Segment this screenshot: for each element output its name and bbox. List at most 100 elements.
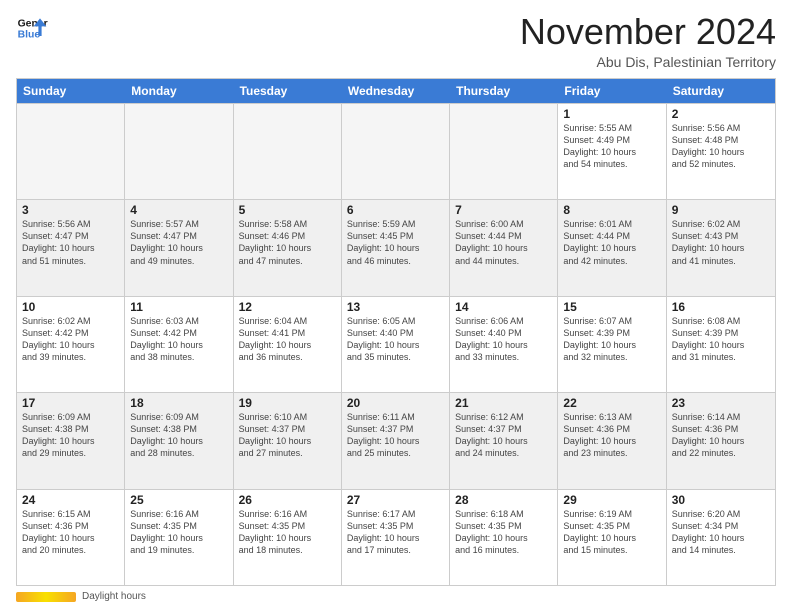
- day-info: Sunrise: 6:20 AM Sunset: 4:34 PM Dayligh…: [672, 508, 770, 557]
- day-number: 4: [130, 203, 227, 217]
- day-cell-22: 22Sunrise: 6:13 AM Sunset: 4:36 PM Dayli…: [558, 393, 666, 488]
- week-row-5: 24Sunrise: 6:15 AM Sunset: 4:36 PM Dayli…: [17, 489, 775, 585]
- day-number: 15: [563, 300, 660, 314]
- day-number: 26: [239, 493, 336, 507]
- day-cell-12: 12Sunrise: 6:04 AM Sunset: 4:41 PM Dayli…: [234, 297, 342, 392]
- day-number: 17: [22, 396, 119, 410]
- day-number: 20: [347, 396, 444, 410]
- month-title: November 2024: [520, 12, 776, 52]
- day-number: 22: [563, 396, 660, 410]
- day-number: 13: [347, 300, 444, 314]
- day-cell-26: 26Sunrise: 6:16 AM Sunset: 4:35 PM Dayli…: [234, 490, 342, 585]
- day-header-friday: Friday: [558, 79, 666, 103]
- day-cell-11: 11Sunrise: 6:03 AM Sunset: 4:42 PM Dayli…: [125, 297, 233, 392]
- day-info: Sunrise: 6:08 AM Sunset: 4:39 PM Dayligh…: [672, 315, 770, 364]
- week-row-3: 10Sunrise: 6:02 AM Sunset: 4:42 PM Dayli…: [17, 296, 775, 392]
- empty-cell: [234, 104, 342, 199]
- day-number: 27: [347, 493, 444, 507]
- day-info: Sunrise: 5:55 AM Sunset: 4:49 PM Dayligh…: [563, 122, 660, 171]
- empty-cell: [125, 104, 233, 199]
- day-info: Sunrise: 6:01 AM Sunset: 4:44 PM Dayligh…: [563, 218, 660, 267]
- day-number: 1: [563, 107, 660, 121]
- day-cell-21: 21Sunrise: 6:12 AM Sunset: 4:37 PM Dayli…: [450, 393, 558, 488]
- day-info: Sunrise: 6:15 AM Sunset: 4:36 PM Dayligh…: [22, 508, 119, 557]
- day-info: Sunrise: 6:03 AM Sunset: 4:42 PM Dayligh…: [130, 315, 227, 364]
- day-info: Sunrise: 6:09 AM Sunset: 4:38 PM Dayligh…: [130, 411, 227, 460]
- day-number: 19: [239, 396, 336, 410]
- svg-text:Blue: Blue: [18, 30, 41, 41]
- day-cell-5: 5Sunrise: 5:58 AM Sunset: 4:46 PM Daylig…: [234, 200, 342, 295]
- day-info: Sunrise: 6:19 AM Sunset: 4:35 PM Dayligh…: [563, 508, 660, 557]
- day-cell-28: 28Sunrise: 6:18 AM Sunset: 4:35 PM Dayli…: [450, 490, 558, 585]
- day-info: Sunrise: 6:05 AM Sunset: 4:40 PM Dayligh…: [347, 315, 444, 364]
- day-cell-1: 1Sunrise: 5:55 AM Sunset: 4:49 PM Daylig…: [558, 104, 666, 199]
- week-row-4: 17Sunrise: 6:09 AM Sunset: 4:38 PM Dayli…: [17, 392, 775, 488]
- day-cell-6: 6Sunrise: 5:59 AM Sunset: 4:45 PM Daylig…: [342, 200, 450, 295]
- day-info: Sunrise: 6:11 AM Sunset: 4:37 PM Dayligh…: [347, 411, 444, 460]
- day-cell-18: 18Sunrise: 6:09 AM Sunset: 4:38 PM Dayli…: [125, 393, 233, 488]
- daylight-bar-icon: [16, 592, 76, 602]
- day-cell-4: 4Sunrise: 5:57 AM Sunset: 4:47 PM Daylig…: [125, 200, 233, 295]
- day-cell-15: 15Sunrise: 6:07 AM Sunset: 4:39 PM Dayli…: [558, 297, 666, 392]
- day-cell-27: 27Sunrise: 6:17 AM Sunset: 4:35 PM Dayli…: [342, 490, 450, 585]
- title-block: November 2024 Abu Dis, Palestinian Terri…: [520, 12, 776, 70]
- day-info: Sunrise: 6:00 AM Sunset: 4:44 PM Dayligh…: [455, 218, 552, 267]
- day-number: 10: [22, 300, 119, 314]
- day-number: 2: [672, 107, 770, 121]
- empty-cell: [342, 104, 450, 199]
- day-number: 28: [455, 493, 552, 507]
- footer: Daylight hours: [16, 591, 776, 602]
- day-number: 24: [22, 493, 119, 507]
- day-number: 3: [22, 203, 119, 217]
- day-number: 18: [130, 396, 227, 410]
- day-info: Sunrise: 6:18 AM Sunset: 4:35 PM Dayligh…: [455, 508, 552, 557]
- day-cell-3: 3Sunrise: 5:56 AM Sunset: 4:47 PM Daylig…: [17, 200, 125, 295]
- day-cell-13: 13Sunrise: 6:05 AM Sunset: 4:40 PM Dayli…: [342, 297, 450, 392]
- day-info: Sunrise: 6:12 AM Sunset: 4:37 PM Dayligh…: [455, 411, 552, 460]
- week-row-2: 3Sunrise: 5:56 AM Sunset: 4:47 PM Daylig…: [17, 199, 775, 295]
- day-header-tuesday: Tuesday: [234, 79, 342, 103]
- day-number: 25: [130, 493, 227, 507]
- day-cell-10: 10Sunrise: 6:02 AM Sunset: 4:42 PM Dayli…: [17, 297, 125, 392]
- day-info: Sunrise: 6:02 AM Sunset: 4:43 PM Dayligh…: [672, 218, 770, 267]
- day-cell-23: 23Sunrise: 6:14 AM Sunset: 4:36 PM Dayli…: [667, 393, 775, 488]
- calendar-body: 1Sunrise: 5:55 AM Sunset: 4:49 PM Daylig…: [17, 103, 775, 585]
- day-info: Sunrise: 6:04 AM Sunset: 4:41 PM Dayligh…: [239, 315, 336, 364]
- day-number: 16: [672, 300, 770, 314]
- day-info: Sunrise: 5:58 AM Sunset: 4:46 PM Dayligh…: [239, 218, 336, 267]
- day-info: Sunrise: 5:57 AM Sunset: 4:47 PM Dayligh…: [130, 218, 227, 267]
- calendar: SundayMondayTuesdayWednesdayThursdayFrid…: [16, 78, 776, 586]
- day-number: 14: [455, 300, 552, 314]
- logo-icon: General Blue: [16, 12, 48, 44]
- day-info: Sunrise: 6:14 AM Sunset: 4:36 PM Dayligh…: [672, 411, 770, 460]
- day-cell-24: 24Sunrise: 6:15 AM Sunset: 4:36 PM Dayli…: [17, 490, 125, 585]
- day-number: 8: [563, 203, 660, 217]
- day-cell-30: 30Sunrise: 6:20 AM Sunset: 4:34 PM Dayli…: [667, 490, 775, 585]
- day-info: Sunrise: 5:56 AM Sunset: 4:48 PM Dayligh…: [672, 122, 770, 171]
- day-number: 11: [130, 300, 227, 314]
- day-info: Sunrise: 6:16 AM Sunset: 4:35 PM Dayligh…: [239, 508, 336, 557]
- day-number: 29: [563, 493, 660, 507]
- day-info: Sunrise: 6:13 AM Sunset: 4:36 PM Dayligh…: [563, 411, 660, 460]
- empty-cell: [450, 104, 558, 199]
- day-number: 6: [347, 203, 444, 217]
- day-header-sunday: Sunday: [17, 79, 125, 103]
- day-info: Sunrise: 6:06 AM Sunset: 4:40 PM Dayligh…: [455, 315, 552, 364]
- day-cell-2: 2Sunrise: 5:56 AM Sunset: 4:48 PM Daylig…: [667, 104, 775, 199]
- day-info: Sunrise: 6:16 AM Sunset: 4:35 PM Dayligh…: [130, 508, 227, 557]
- page: General Blue November 2024 Abu Dis, Pale…: [0, 0, 792, 612]
- day-number: 9: [672, 203, 770, 217]
- day-cell-9: 9Sunrise: 6:02 AM Sunset: 4:43 PM Daylig…: [667, 200, 775, 295]
- day-number: 30: [672, 493, 770, 507]
- week-row-1: 1Sunrise: 5:55 AM Sunset: 4:49 PM Daylig…: [17, 103, 775, 199]
- day-info: Sunrise: 5:56 AM Sunset: 4:47 PM Dayligh…: [22, 218, 119, 267]
- day-header-thursday: Thursday: [450, 79, 558, 103]
- day-info: Sunrise: 6:09 AM Sunset: 4:38 PM Dayligh…: [22, 411, 119, 460]
- day-info: Sunrise: 5:59 AM Sunset: 4:45 PM Dayligh…: [347, 218, 444, 267]
- day-cell-17: 17Sunrise: 6:09 AM Sunset: 4:38 PM Dayli…: [17, 393, 125, 488]
- day-info: Sunrise: 6:10 AM Sunset: 4:37 PM Dayligh…: [239, 411, 336, 460]
- day-cell-14: 14Sunrise: 6:06 AM Sunset: 4:40 PM Dayli…: [450, 297, 558, 392]
- day-info: Sunrise: 6:07 AM Sunset: 4:39 PM Dayligh…: [563, 315, 660, 364]
- day-cell-16: 16Sunrise: 6:08 AM Sunset: 4:39 PM Dayli…: [667, 297, 775, 392]
- day-header-monday: Monday: [125, 79, 233, 103]
